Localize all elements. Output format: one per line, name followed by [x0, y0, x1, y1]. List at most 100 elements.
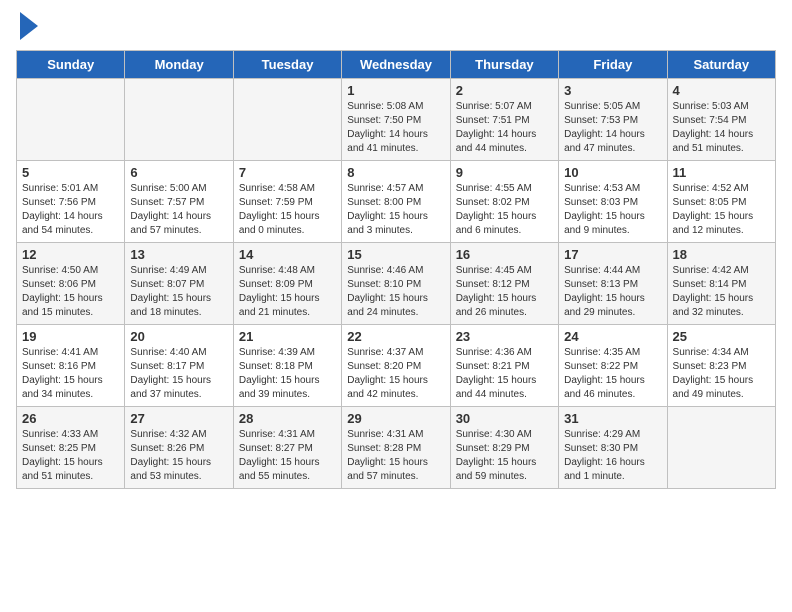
calendar-cell: 17 Sunrise: 4:44 AM Sunset: 8:13 PM Dayli… [559, 243, 667, 325]
day-info: Sunrise: 4:39 AM Sunset: 8:18 PM Dayligh… [239, 346, 336, 402]
day-info: Sunrise: 4:55 AM Sunset: 8:02 PM Dayligh… [456, 182, 553, 238]
day-number: 25 [673, 329, 770, 344]
day-info: Sunrise: 5:00 AM Sunset: 7:57 PM Dayligh… [130, 182, 227, 238]
day-info: Sunrise: 4:31 AM Sunset: 8:27 PM Dayligh… [239, 428, 336, 484]
day-info: Sunrise: 4:53 AM Sunset: 8:03 PM Dayligh… [564, 182, 661, 238]
day-number: 17 [564, 247, 661, 262]
day-number: 15 [347, 247, 444, 262]
day-info: Sunrise: 4:52 AM Sunset: 8:05 PM Dayligh… [673, 182, 770, 238]
day-info: Sunrise: 4:50 AM Sunset: 8:06 PM Dayligh… [22, 264, 119, 320]
col-header-tuesday: Tuesday [233, 51, 341, 79]
col-header-wednesday: Wednesday [342, 51, 450, 79]
calendar-cell: 12 Sunrise: 4:50 AM Sunset: 8:06 PM Dayli… [17, 243, 125, 325]
calendar-cell [17, 79, 125, 161]
logo [16, 16, 38, 40]
day-info: Sunrise: 5:07 AM Sunset: 7:51 PM Dayligh… [456, 100, 553, 156]
day-info: Sunrise: 4:33 AM Sunset: 8:25 PM Dayligh… [22, 428, 119, 484]
day-number: 19 [22, 329, 119, 344]
day-number: 29 [347, 411, 444, 426]
day-number: 6 [130, 165, 227, 180]
day-number: 11 [673, 165, 770, 180]
day-number: 23 [456, 329, 553, 344]
calendar-cell: 29 Sunrise: 4:31 AM Sunset: 8:28 PM Dayli… [342, 407, 450, 489]
calendar-cell: 15 Sunrise: 4:46 AM Sunset: 8:10 PM Dayli… [342, 243, 450, 325]
calendar-cell [233, 79, 341, 161]
day-info: Sunrise: 4:30 AM Sunset: 8:29 PM Dayligh… [456, 428, 553, 484]
day-info: Sunrise: 5:08 AM Sunset: 7:50 PM Dayligh… [347, 100, 444, 156]
day-number: 18 [673, 247, 770, 262]
day-info: Sunrise: 4:31 AM Sunset: 8:28 PM Dayligh… [347, 428, 444, 484]
day-number: 22 [347, 329, 444, 344]
day-number: 10 [564, 165, 661, 180]
day-info: Sunrise: 5:01 AM Sunset: 7:56 PM Dayligh… [22, 182, 119, 238]
calendar-week-4: 19Sunrise: 4:41 AM Sunset: 8:16 PM Dayli… [17, 325, 776, 407]
calendar-week-3: 12 Sunrise: 4:50 AM Sunset: 8:06 PM Dayli… [17, 243, 776, 325]
day-info: Sunrise: 4:58 AM Sunset: 7:59 PM Dayligh… [239, 182, 336, 238]
calendar-table: SundayMondayTuesdayWednesdayThursdayFrid… [16, 50, 776, 489]
calendar-cell: 27Sunrise: 4:32 AM Sunset: 8:26 PM Dayli… [125, 407, 233, 489]
calendar-cell: 18Sunrise: 4:42 AM Sunset: 8:14 PM Dayli… [667, 243, 775, 325]
day-number: 8 [347, 165, 444, 180]
day-number: 5 [22, 165, 119, 180]
day-number: 16 [456, 247, 553, 262]
day-info: Sunrise: 4:34 AM Sunset: 8:23 PM Dayligh… [673, 346, 770, 402]
day-info: Sunrise: 4:45 AM Sunset: 8:12 PM Dayligh… [456, 264, 553, 320]
calendar-cell: 13 Sunrise: 4:49 AM Sunset: 8:07 PM Dayli… [125, 243, 233, 325]
day-number: 1 [347, 83, 444, 98]
calendar-cell: 11 Sunrise: 4:52 AM Sunset: 8:05 PM Dayli… [667, 161, 775, 243]
day-info: Sunrise: 5:03 AM Sunset: 7:54 PM Dayligh… [673, 100, 770, 156]
calendar-cell: 25 Sunrise: 4:34 AM Sunset: 8:23 PM Dayli… [667, 325, 775, 407]
day-number: 3 [564, 83, 661, 98]
calendar-cell: 28 Sunrise: 4:31 AM Sunset: 8:27 PM Dayli… [233, 407, 341, 489]
day-info: Sunrise: 4:49 AM Sunset: 8:07 PM Dayligh… [130, 264, 227, 320]
day-info: Sunrise: 4:57 AM Sunset: 8:00 PM Dayligh… [347, 182, 444, 238]
day-number: 2 [456, 83, 553, 98]
calendar-cell: 6 Sunrise: 5:00 AM Sunset: 7:57 PM Daylig… [125, 161, 233, 243]
calendar-cell: 30 Sunrise: 4:30 AM Sunset: 8:29 PM Dayli… [450, 407, 558, 489]
logo-arrow-icon [20, 12, 38, 40]
calendar-cell: 22 Sunrise: 4:37 AM Sunset: 8:20 PM Dayli… [342, 325, 450, 407]
day-info: Sunrise: 4:32 AM Sunset: 8:26 PM Dayligh… [130, 428, 227, 484]
day-number: 14 [239, 247, 336, 262]
day-number: 7 [239, 165, 336, 180]
calendar-cell: 16 Sunrise: 4:45 AM Sunset: 8:12 PM Dayli… [450, 243, 558, 325]
day-number: 13 [130, 247, 227, 262]
day-info: Sunrise: 4:46 AM Sunset: 8:10 PM Dayligh… [347, 264, 444, 320]
calendar-cell: 8 Sunrise: 4:57 AM Sunset: 8:00 PM Daylig… [342, 161, 450, 243]
day-number: 4 [673, 83, 770, 98]
col-header-saturday: Saturday [667, 51, 775, 79]
day-number: 21 [239, 329, 336, 344]
calendar-cell: 4 Sunrise: 5:03 AM Sunset: 7:54 PM Daylig… [667, 79, 775, 161]
calendar-cell: 31 Sunrise: 4:29 AM Sunset: 8:30 PM Dayli… [559, 407, 667, 489]
calendar-cell: 19Sunrise: 4:41 AM Sunset: 8:16 PM Dayli… [17, 325, 125, 407]
calendar-week-2: 5 Sunrise: 5:01 AM Sunset: 7:56 PM Daylig… [17, 161, 776, 243]
day-number: 30 [456, 411, 553, 426]
day-number: 28 [239, 411, 336, 426]
page-header [16, 16, 776, 40]
calendar-cell: 23Sunrise: 4:36 AM Sunset: 8:21 PM Dayli… [450, 325, 558, 407]
day-info: Sunrise: 4:40 AM Sunset: 8:17 PM Dayligh… [130, 346, 227, 402]
day-number: 9 [456, 165, 553, 180]
day-number: 31 [564, 411, 661, 426]
day-info: Sunrise: 4:44 AM Sunset: 8:13 PM Dayligh… [564, 264, 661, 320]
calendar-cell: 20Sunrise: 4:40 AM Sunset: 8:17 PM Dayli… [125, 325, 233, 407]
calendar-cell [667, 407, 775, 489]
calendar-cell [125, 79, 233, 161]
calendar-week-1: 1 Sunrise: 5:08 AM Sunset: 7:50 PM Daylig… [17, 79, 776, 161]
calendar-cell: 3 Sunrise: 5:05 AM Sunset: 7:53 PM Daylig… [559, 79, 667, 161]
col-header-sunday: Sunday [17, 51, 125, 79]
calendar-cell: 1 Sunrise: 5:08 AM Sunset: 7:50 PM Daylig… [342, 79, 450, 161]
day-number: 12 [22, 247, 119, 262]
day-number: 26 [22, 411, 119, 426]
col-header-thursday: Thursday [450, 51, 558, 79]
day-info: Sunrise: 5:05 AM Sunset: 7:53 PM Dayligh… [564, 100, 661, 156]
col-header-monday: Monday [125, 51, 233, 79]
calendar-cell: 5 Sunrise: 5:01 AM Sunset: 7:56 PM Daylig… [17, 161, 125, 243]
calendar-cell: 10 Sunrise: 4:53 AM Sunset: 8:03 PM Dayli… [559, 161, 667, 243]
day-info: Sunrise: 4:37 AM Sunset: 8:20 PM Dayligh… [347, 346, 444, 402]
day-info: Sunrise: 4:35 AM Sunset: 8:22 PM Dayligh… [564, 346, 661, 402]
day-info: Sunrise: 4:29 AM Sunset: 8:30 PM Dayligh… [564, 428, 661, 484]
day-info: Sunrise: 4:48 AM Sunset: 8:09 PM Dayligh… [239, 264, 336, 320]
calendar-cell: 9 Sunrise: 4:55 AM Sunset: 8:02 PM Daylig… [450, 161, 558, 243]
calendar-header-row: SundayMondayTuesdayWednesdayThursdayFrid… [17, 51, 776, 79]
